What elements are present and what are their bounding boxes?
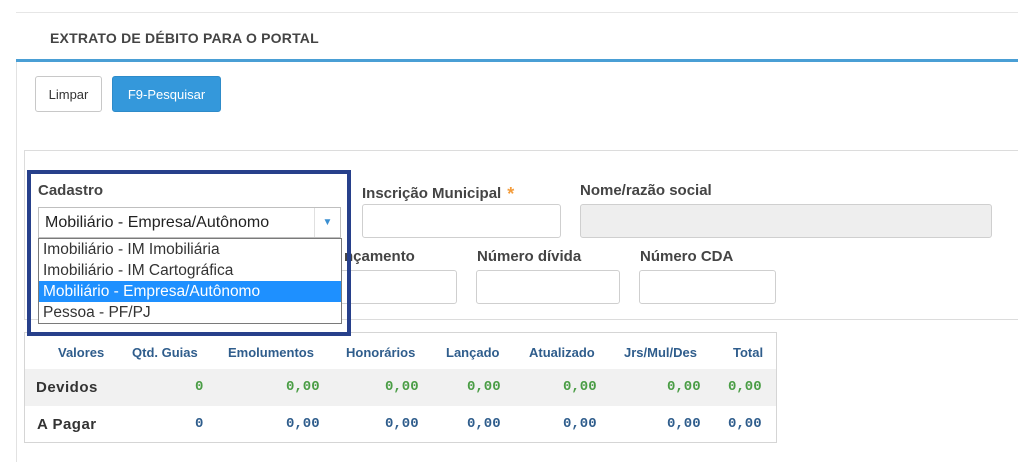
column-header-atualizado: Atualizado xyxy=(529,345,595,360)
cadastro-highlight-box xyxy=(27,170,351,336)
clear-button[interactable]: Limpar xyxy=(35,76,102,112)
nome-razao-social-input xyxy=(580,204,992,238)
nome-razao-social-label: Nome/razão social xyxy=(580,182,712,199)
table-row-a-pagar: A Pagar 0 0,00 0,00 0,00 0,00 0,00 0,00 xyxy=(25,406,776,443)
summary-table: Valores Qtd. Guias Emolumentos Honorário… xyxy=(24,332,777,443)
column-header-total: Total xyxy=(733,345,764,360)
table-row-devidos: Devidos 0 0,00 0,00 0,00 0,00 0,00 0,00 xyxy=(25,369,776,406)
inscricao-municipal-label-text: Inscrição Municipal xyxy=(362,185,502,202)
lancado-value: 0,00 xyxy=(467,379,501,395)
column-header-qtd-guias: Qtd. Guias xyxy=(132,345,198,360)
page-header: EXTRATO DE DÉBITO PARA O PORTAL xyxy=(16,12,1018,62)
table-header-row: Valores Qtd. Guias Emolumentos Honorário… xyxy=(25,333,776,369)
search-button[interactable]: F9-Pesquisar xyxy=(112,76,221,112)
honorarios-value: 0,00 xyxy=(385,379,419,395)
atualizado-value: 0,00 xyxy=(563,416,597,432)
numero-cda-input[interactable] xyxy=(639,270,776,304)
emolumentos-value: 0,00 xyxy=(286,416,320,432)
column-header-jrs-mul-des: Jrs/Mul/Des xyxy=(624,345,697,360)
column-header-emolumentos: Emolumentos xyxy=(228,345,314,360)
lancado-value: 0,00 xyxy=(467,416,501,432)
column-header-honorarios: Honorários xyxy=(346,345,416,360)
column-header-valores: Valores xyxy=(58,345,105,360)
inscricao-municipal-input[interactable] xyxy=(362,204,561,238)
numero-cda-label: Número CDA xyxy=(640,248,734,265)
qtd-guias-value: 0 xyxy=(195,416,204,432)
qtd-guias-value: 0 xyxy=(195,379,204,395)
atualizado-value: 0,00 xyxy=(563,379,597,395)
jrs-mul-des-value: 0,00 xyxy=(667,416,701,432)
lancamento-input[interactable] xyxy=(340,270,457,304)
total-value: 0,00 xyxy=(728,379,762,395)
row-label: Devidos xyxy=(36,379,98,396)
numero-divida-label: Número dívida xyxy=(477,248,582,265)
emolumentos-value: 0,00 xyxy=(286,379,320,395)
inscricao-municipal-label: Inscrição Municipal * xyxy=(362,182,515,204)
total-value: 0,00 xyxy=(728,416,762,432)
column-header-lancado: Lançado xyxy=(446,345,500,360)
required-asterisk-icon: * xyxy=(507,184,515,204)
lancamento-label: nçamento xyxy=(344,248,415,265)
jrs-mul-des-value: 0,00 xyxy=(667,379,701,395)
row-label: A Pagar xyxy=(37,416,97,433)
honorarios-value: 0,00 xyxy=(385,416,419,432)
content-left-border xyxy=(16,62,17,462)
page-title: EXTRATO DE DÉBITO PARA O PORTAL xyxy=(50,30,319,46)
numero-divida-input[interactable] xyxy=(476,270,620,304)
